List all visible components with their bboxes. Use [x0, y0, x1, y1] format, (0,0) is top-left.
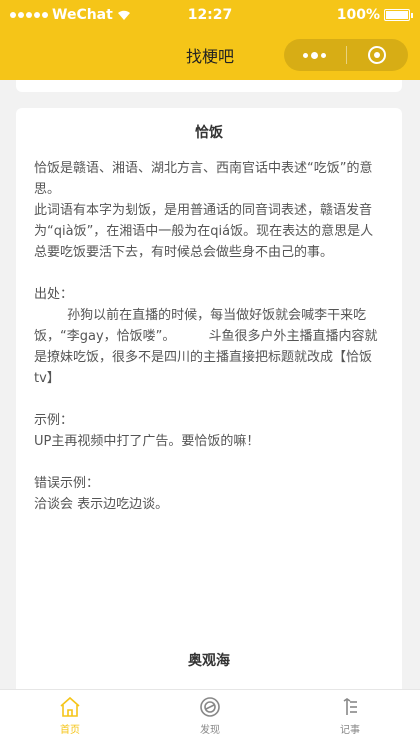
battery-icon [384, 9, 413, 21]
next-meme-card: 奥观海 [16, 636, 402, 689]
tab-home-label: 首页 [60, 725, 80, 736]
signal-icon [10, 12, 48, 18]
tab-home[interactable]: 首页 [0, 690, 140, 741]
miniprogram-capsule [284, 39, 408, 71]
close-circle-icon [368, 46, 387, 64]
content-scroll[interactable]: 恰饭 恰饭是赣语、湘语、湖北方言、西南官话中表述“吃饭”的意思。 此词语有本字为… [0, 80, 420, 689]
previous-card [16, 80, 402, 92]
tab-bar: 首页 发现 记事 [0, 689, 420, 741]
tab-discover-label: 发现 [200, 725, 220, 736]
nav-bar: 找梗吧 [0, 30, 420, 80]
discover-icon [200, 697, 220, 717]
meme-title: 恰饭 [195, 125, 223, 141]
carrier-label: WeChat [52, 7, 113, 23]
wifi-icon [117, 10, 130, 20]
home-icon [60, 696, 80, 717]
page-title: 找梗吧 [185, 47, 234, 66]
tab-discover[interactable]: 发现 [140, 690, 280, 741]
meme-body: 恰饭是赣语、湘语、湖北方言、西南官话中表述“吃饭”的意思。 此词语有本字为刬饭，… [34, 161, 378, 512]
more-dot-icon [321, 52, 327, 58]
meme-card: 恰饭 恰饭是赣语、湘语、湖北方言、西南官话中表述“吃饭”的意思。 此词语有本字为… [16, 108, 402, 689]
more-button[interactable] [284, 39, 346, 71]
tab-notes-label: 记事 [340, 725, 360, 736]
close-button[interactable] [347, 39, 409, 71]
next-meme-title: 奥观海 [188, 653, 230, 669]
battery-percent: 100% [336, 7, 380, 23]
tab-notes[interactable]: 记事 [280, 690, 420, 741]
status-right: 100% [336, 7, 413, 23]
more-dot-icon [311, 51, 319, 59]
status-left: WeChat [10, 7, 131, 23]
status-bar: WeChat 12:27 100% [0, 0, 420, 30]
more-dot-icon [303, 52, 309, 58]
notes-icon [343, 698, 357, 715]
